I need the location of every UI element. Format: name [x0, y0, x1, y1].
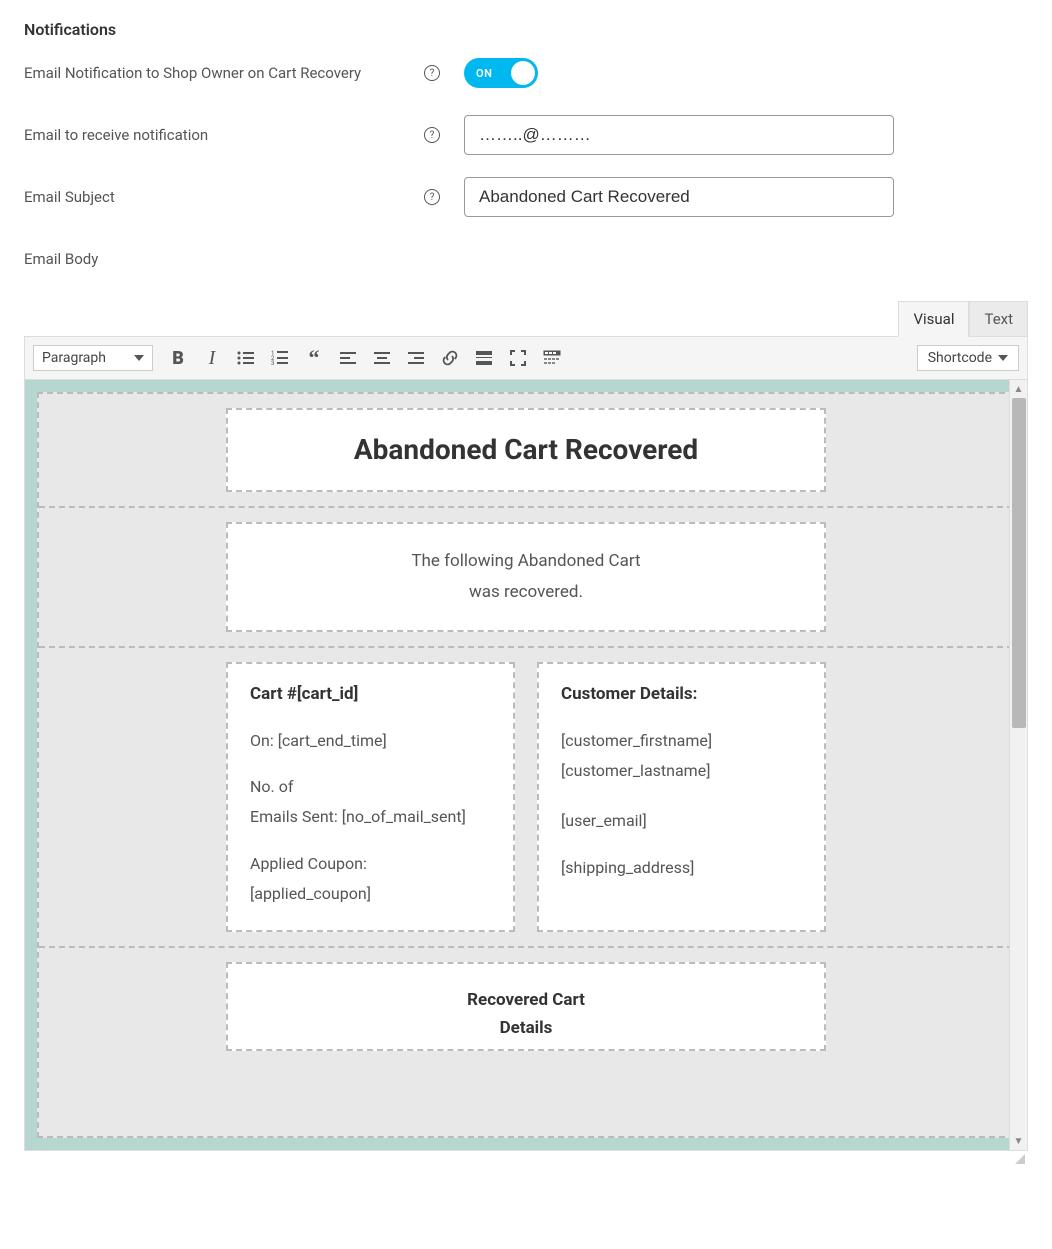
shortcode-select[interactable]: Shortcode [917, 345, 1019, 371]
email-template-title: Abandoned Cart Recovered [252, 432, 800, 468]
format-label: Paragraph [42, 350, 106, 366]
chevron-down-icon [134, 355, 144, 361]
scroll-up-icon[interactable]: ▲ [1010, 380, 1027, 398]
cart-emails-1: No. of [250, 772, 491, 802]
shortcode-label: Shortcode [928, 350, 992, 366]
editor-tabs: Visual Text [24, 301, 1028, 337]
cust-last: [customer_lastname] [561, 756, 802, 786]
scroll-thumb[interactable] [1012, 398, 1026, 728]
align-right-button[interactable] [399, 343, 433, 373]
row-email-body: Email Body [24, 239, 1028, 279]
align-left-button[interactable] [331, 343, 365, 373]
row-email-subject: Email Subject ? [24, 177, 1028, 217]
cart-coupon-1: Applied Coupon: [250, 849, 491, 879]
input-email-subject[interactable] [464, 177, 894, 217]
editor-toolbar: Paragraph B I 123 “ [24, 336, 1028, 380]
label-email-owner: Email Notification to Shop Owner on Cart… [24, 64, 361, 82]
scroll-down-icon[interactable]: ▼ [1010, 1132, 1027, 1150]
row-email-owner: Email Notification to Shop Owner on Cart… [24, 53, 1028, 93]
format-select[interactable]: Paragraph [33, 345, 153, 371]
toggle-email-owner[interactable]: ON [464, 58, 538, 88]
fullscreen-button[interactable] [501, 343, 535, 373]
help-icon[interactable]: ? [424, 127, 440, 143]
editor-scrollbar[interactable]: ▲ ▼ [1009, 380, 1027, 1150]
row-email-to: Email to receive notification ? [24, 115, 1028, 155]
input-email-to[interactable] [464, 115, 894, 155]
help-icon[interactable]: ? [424, 65, 440, 81]
email-template-desc-1: The following Abandoned Cart [252, 546, 800, 577]
link-button[interactable] [433, 343, 467, 373]
recovered-title-2: Details [252, 1014, 800, 1043]
cust-email: [user_email] [561, 806, 802, 836]
customer-details-block: Customer Details: [customer_firstname] [… [537, 662, 826, 932]
recovered-title-1: Recovered Cart [252, 986, 800, 1015]
cart-coupon-2: [applied_coupon] [250, 879, 491, 909]
tab-text[interactable]: Text [969, 301, 1028, 337]
label-email-body: Email Body [24, 250, 98, 268]
editor-frame: Abandoned Cart Recovered The following A… [24, 380, 1028, 1151]
resize-grip-icon[interactable] [1013, 1152, 1025, 1164]
editor-wrap: Visual Text Paragraph B I 123 “ [24, 301, 1028, 1151]
email-template-desc-2: was recovered. [252, 577, 800, 608]
align-center-button[interactable] [365, 343, 399, 373]
tab-visual[interactable]: Visual [898, 301, 969, 337]
section-title: Notifications [24, 20, 1028, 39]
bullet-list-button[interactable] [229, 343, 263, 373]
cart-header: Cart #[cart_id] [250, 684, 491, 704]
toggle-label: ON [476, 67, 492, 80]
toggle-thumb [511, 61, 535, 85]
label-email-subject: Email Subject [24, 188, 115, 206]
svg-text:3: 3 [271, 360, 274, 367]
cust-header: Customer Details: [561, 684, 802, 704]
italic-button[interactable]: I [195, 343, 229, 373]
cart-details-block: Cart #[cart_id] On: [cart_end_time] No. … [226, 662, 515, 932]
cart-on: On: [cart_end_time] [250, 726, 491, 756]
numbered-list-button[interactable]: 123 [263, 343, 297, 373]
blockquote-button[interactable]: “ [297, 343, 331, 373]
cart-emails-2: Emails Sent: [no_of_mail_sent] [250, 802, 491, 832]
chevron-down-icon [998, 355, 1008, 361]
toolbar-toggle-button[interactable] [535, 343, 569, 373]
editor-canvas[interactable]: Abandoned Cart Recovered The following A… [25, 380, 1027, 1150]
help-icon[interactable]: ? [424, 189, 440, 205]
read-more-button[interactable] [467, 343, 501, 373]
bold-button[interactable]: B [161, 343, 195, 373]
cust-ship: [shipping_address] [561, 853, 802, 883]
cust-first: [customer_firstname] [561, 726, 802, 756]
label-email-to: Email to receive notification [24, 126, 208, 144]
